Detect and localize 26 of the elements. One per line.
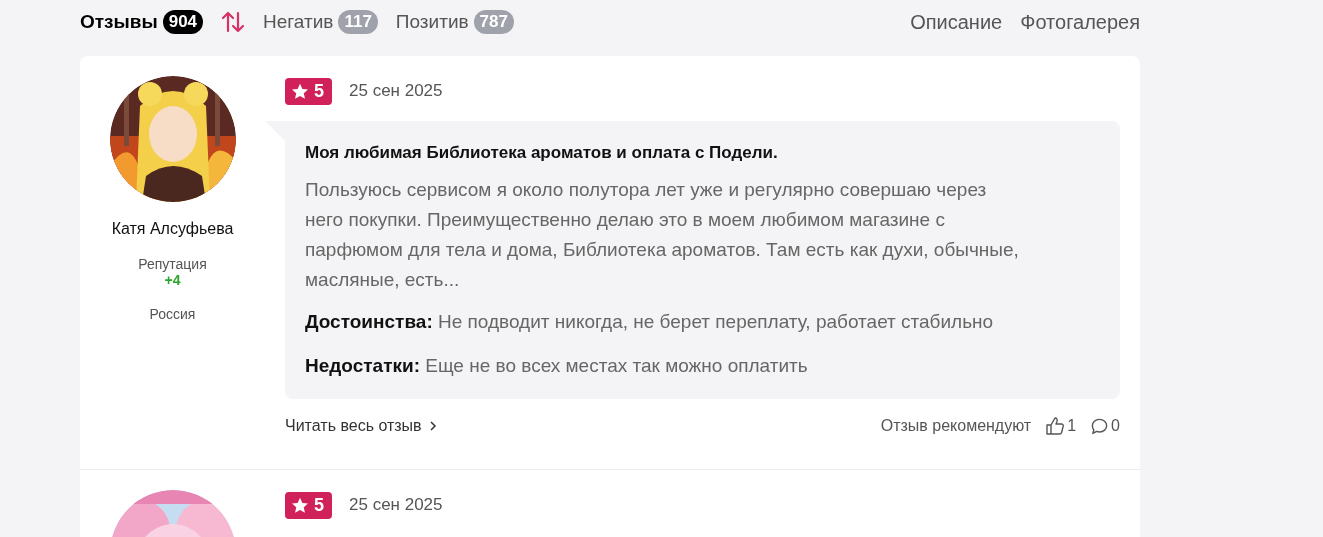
review-tab[interactable]: Негатив 117 [263, 10, 378, 34]
section-link[interactable]: Фотогалерея [1020, 10, 1140, 34]
review-pros: Достоинства: Не подводит никогда, не берет переплату, работает стабильно [305, 310, 995, 334]
recommend-label: Отзыв рекомендуют [880, 417, 1032, 435]
count-badge: 117 [338, 10, 378, 34]
count-badge: 787 [473, 10, 514, 34]
read-more-link[interactable]: Читать весь отзыв [285, 417, 438, 435]
country-label: Россия [149, 306, 196, 322]
review-tab[interactable]: Отзывы 904 [80, 10, 204, 34]
comment-button[interactable]: 0 [1090, 416, 1120, 436]
rating-badge: 5 [285, 491, 332, 519]
reputation-label: Репутация [138, 256, 207, 272]
review-tab[interactable]: Позитив 787 [395, 10, 514, 34]
review-title: Моя любимая Библиотека ароматов и оплата с Подели. [305, 143, 779, 163]
author-name: Катя Алсуфьева [111, 220, 234, 238]
section-link[interactable]: Описание [910, 10, 1003, 34]
review-text: Пользуюсь сервисом я около полутора лет уже и регулярно совершаю через него покупки. Преимущественно делаю это в моем любимом магазине с парфюмом для тела и дома, Библиотека ароматов. Там есть как духи, обычные, масляные, есть... [305, 178, 1020, 292]
review-date: 25 сен 2025 [349, 495, 443, 515]
sort-icon[interactable] [221, 11, 246, 33]
rating-badge: 5 [285, 77, 332, 105]
chevron-icon [427, 420, 438, 432]
count-badge: 904 [162, 10, 204, 34]
like-button[interactable]: 1 [1045, 416, 1077, 436]
reputation-value: +4 [164, 272, 181, 288]
review-cons: Недостатки: Еще не во всех местах так можно оплатить [305, 354, 809, 378]
review-date: 25 сен 2025 [349, 81, 443, 101]
